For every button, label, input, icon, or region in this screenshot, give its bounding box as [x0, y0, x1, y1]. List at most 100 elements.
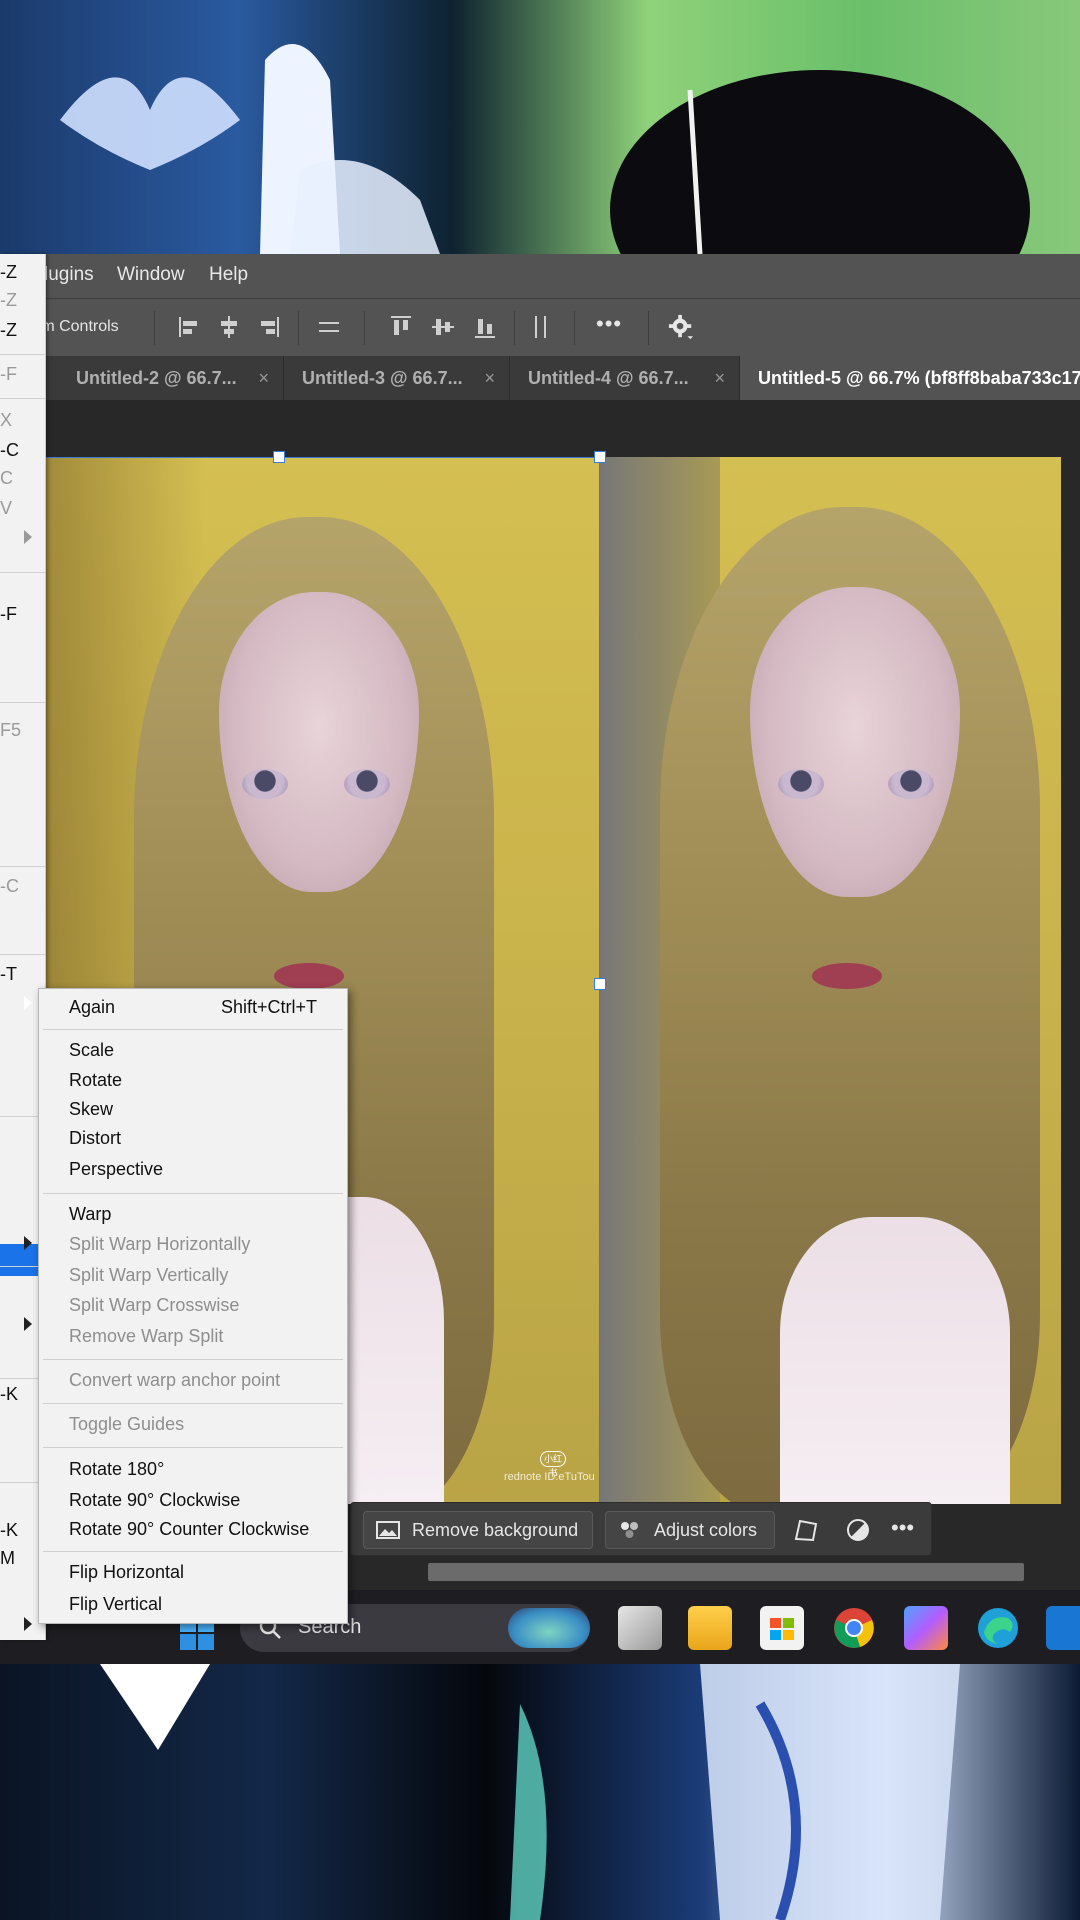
menu-fade-shortcut: -F — [0, 364, 17, 384]
options-divider — [574, 311, 575, 345]
tab-untitled-3[interactable]: Untitled-3 @ 66.7... × — [284, 356, 510, 400]
wallpaper-art — [60, 44, 1030, 254]
menu-item-split-warp-vertically: Split Warp Vertically — [69, 1265, 229, 1285]
menu-menus-shortcut[interactable]: M — [0, 1548, 15, 1569]
options-bar: rm Controls ••• — [0, 298, 1080, 356]
submenu-arrow-icon — [24, 1317, 32, 1331]
transform-bounding-top — [44, 457, 600, 458]
close-icon[interactable]: × — [714, 356, 725, 400]
menu-item-again[interactable]: Again — [69, 997, 115, 1018]
contextual-task-bar: Remove background Adjust colors ••• — [350, 1502, 932, 1556]
menu-content-aware-shortcut: -C — [0, 876, 19, 896]
align-right-icon[interactable] — [256, 313, 282, 341]
menu-item-distort[interactable]: Distort — [69, 1128, 121, 1149]
wallpaper-art-bottom — [100, 1664, 960, 1920]
menu-help[interactable]: Help — [209, 264, 248, 286]
tab-untitled-5[interactable]: Untitled-5 @ 66.7% (bf8ff8baba733c17 — [740, 356, 1080, 400]
menu-item-convert-warp-anchor: Convert warp anchor point — [69, 1370, 281, 1390]
transform-submenu: Again Shift+Ctrl+T Scale Rotate Skew Dis… — [38, 988, 348, 1624]
submenu-arrow-icon — [24, 996, 32, 1010]
copilot-icon[interactable] — [904, 1606, 948, 1650]
microsoft-store-icon[interactable] — [760, 1606, 804, 1650]
menu-paste-shortcut: V — [0, 498, 13, 518]
menu-free-transform-shortcut[interactable]: -T — [0, 964, 17, 985]
menu-item-scale[interactable]: Scale — [69, 1040, 114, 1061]
tab-label: Untitled-3 @ 66.7... — [302, 368, 463, 388]
transform-controls-label[interactable]: rm Controls — [36, 318, 119, 336]
align-center-h-icon[interactable] — [216, 313, 242, 341]
menu-item-flip-vertical[interactable]: Flip Vertical — [69, 1594, 162, 1615]
file-explorer-icon[interactable] — [688, 1606, 732, 1650]
menu-undo-shortcut[interactable]: -Z — [0, 262, 17, 283]
contrast-icon[interactable] — [845, 1517, 871, 1543]
options-divider — [514, 311, 515, 345]
adjust-colors-icon — [621, 1522, 638, 1538]
menu-item-toggle-guides: Toggle Guides — [69, 1414, 185, 1434]
options-divider — [364, 311, 365, 345]
gear-icon[interactable] — [668, 313, 694, 341]
menu-item-rotate[interactable]: Rotate — [69, 1070, 122, 1091]
menu-item-remove-warp-split: Remove Warp Split — [69, 1326, 224, 1346]
align-bottom-icon[interactable] — [472, 313, 498, 341]
watermark-logo: 小红书 — [540, 1451, 566, 1478]
submenu-arrow-icon — [24, 530, 32, 544]
adjust-colors-label: Adjust colors — [654, 1520, 758, 1540]
menu-item-rotate-180[interactable]: Rotate 180° — [69, 1459, 164, 1480]
align-top-icon[interactable] — [388, 313, 414, 341]
menu-bar: lugins Window Help — [0, 254, 1080, 298]
menu-item-skew[interactable]: Skew — [69, 1099, 113, 1120]
search-highlight-image — [508, 1608, 590, 1648]
menu-item-rotate-90-cw[interactable]: Rotate 90° Clockwise — [69, 1490, 240, 1511]
more-options-button[interactable]: ••• — [596, 311, 622, 337]
menu-stroke-shortcut: F5 — [0, 720, 22, 740]
transform-handle-top[interactable] — [273, 451, 285, 463]
menu-keyboard-shortcuts-shortcut[interactable]: -K — [0, 1520, 18, 1541]
menu-redo-shortcut: -Z — [0, 290, 17, 310]
options-divider — [648, 311, 649, 345]
task-view-icon[interactable] — [618, 1606, 662, 1650]
menu-item-warp[interactable]: Warp — [69, 1204, 111, 1225]
desktop-wallpaper-bottom — [0, 1664, 1080, 1920]
tab-label: Untitled-2 @ 66.7... — [76, 368, 237, 388]
horizontal-scrollbar[interactable] — [428, 1563, 1024, 1581]
menu-color-settings-shortcut[interactable]: -K — [0, 1384, 18, 1405]
document-tab-bar: Untitled-2 @ 66.7... × Untitled-3 @ 66.7… — [0, 356, 1080, 400]
menu-fill-shortcut[interactable]: -F — [0, 604, 17, 625]
menu-item-split-warp-crosswise: Split Warp Crosswise — [69, 1295, 240, 1315]
menu-item-perspective[interactable]: Perspective — [69, 1159, 163, 1180]
close-icon[interactable]: × — [484, 356, 495, 400]
transform-handle-right[interactable] — [594, 978, 606, 990]
align-left-icon[interactable] — [176, 313, 202, 341]
desktop-wallpaper-top — [0, 0, 1080, 254]
menu-toggle-state-shortcut[interactable]: -Z — [0, 320, 17, 341]
tab-untitled-2[interactable]: Untitled-2 @ 66.7... × — [58, 356, 284, 400]
transform-handle-top-right[interactable] — [594, 451, 606, 463]
menu-item-flip-horizontal[interactable]: Flip Horizontal — [69, 1562, 184, 1583]
again-shortcut: Shift+Ctrl+T — [220, 997, 317, 1017]
close-icon[interactable]: × — [258, 356, 269, 400]
align-middle-v-icon[interactable] — [430, 313, 456, 341]
remove-background-button[interactable]: Remove background — [363, 1511, 593, 1549]
distribute-vertical-icon[interactable] — [528, 313, 554, 341]
distribute-horizontal-icon[interactable] — [316, 313, 342, 341]
layer-image-right — [600, 457, 1061, 1504]
menu-cut-shortcut: X — [0, 410, 13, 430]
image-icon — [376, 1521, 400, 1539]
submenu-arrow-icon — [24, 1236, 32, 1250]
adjust-colors-button[interactable]: Adjust colors — [605, 1511, 775, 1549]
tab-untitled-4[interactable]: Untitled-4 @ 66.7... × — [510, 356, 740, 400]
menu-item-rotate-90-ccw[interactable]: Rotate 90° Counter Clockwise — [69, 1519, 309, 1540]
menu-item-split-warp-horizontally: Split Warp Horizontally — [69, 1234, 251, 1254]
transform-icon[interactable] — [793, 1517, 819, 1543]
menu-copy-merged-shortcut: C — [0, 468, 13, 488]
chrome-icon[interactable] — [832, 1606, 876, 1650]
watermark-id: rednote ID:eTuTou — [504, 1471, 595, 1483]
menu-copy-shortcut[interactable]: -C — [0, 440, 19, 461]
remove-background-label: Remove background — [412, 1520, 579, 1540]
menu-window[interactable]: Window — [117, 264, 185, 286]
edge-icon[interactable] — [976, 1606, 1020, 1650]
tab-label: Untitled-4 @ 66.7... — [528, 368, 689, 388]
more-icon[interactable]: ••• — [891, 1515, 914, 1541]
menu-plugins[interactable]: lugins — [44, 264, 94, 286]
outlook-icon[interactable] — [1046, 1606, 1080, 1650]
